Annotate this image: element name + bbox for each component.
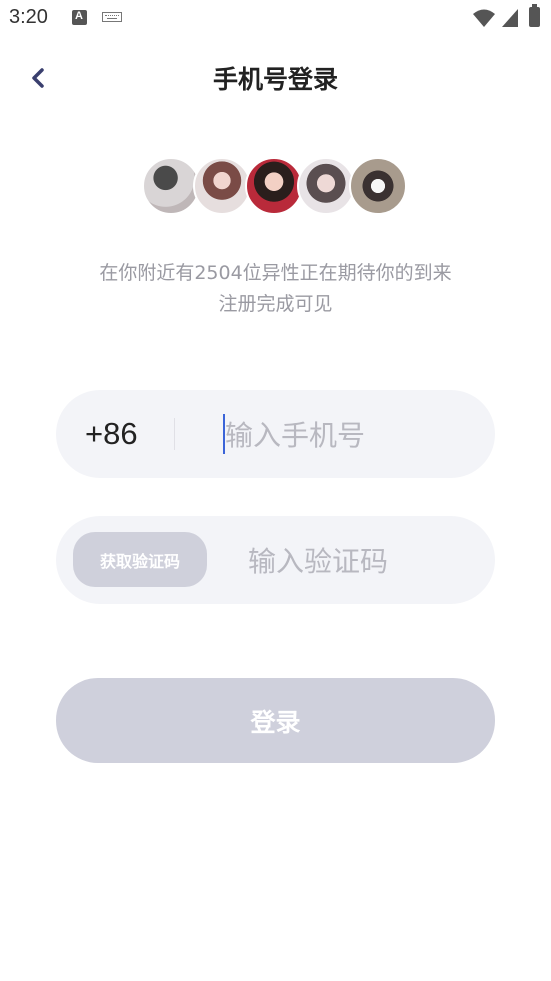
status-bar: 3:20 xyxy=(0,0,551,38)
promo-line-2: 注册完成可见 xyxy=(218,293,333,315)
get-code-button[interactable]: 获取验证码 xyxy=(73,532,207,587)
avatar xyxy=(245,157,303,215)
battery-icon xyxy=(529,4,540,27)
promo-line-1: 在你附近有2504位异性正在期待你的到来 xyxy=(99,262,452,284)
accessibility-notification-icon xyxy=(72,10,87,25)
verification-code-field: 获取验证码 xyxy=(56,516,495,604)
divider xyxy=(174,418,175,450)
wifi-icon xyxy=(473,9,495,27)
avatar xyxy=(193,157,251,215)
avatar xyxy=(349,157,407,215)
avatar-group xyxy=(142,157,412,217)
text-cursor xyxy=(223,414,225,454)
login-button[interactable]: 登录 xyxy=(56,678,495,763)
country-code[interactable]: +86 xyxy=(85,416,138,452)
promo-text: 在你附近有2504位异性正在期待你的到来 注册完成可见 xyxy=(0,258,551,320)
avatar xyxy=(142,157,200,215)
phone-input[interactable] xyxy=(223,410,477,460)
phone-field: +86 xyxy=(56,390,495,478)
keyboard-icon xyxy=(102,12,122,22)
page-title: 手机号登录 xyxy=(212,65,338,94)
verification-code-input[interactable] xyxy=(246,536,480,586)
status-time: 3:20 xyxy=(9,6,48,28)
signal-icon xyxy=(502,9,518,27)
avatar xyxy=(297,157,355,215)
